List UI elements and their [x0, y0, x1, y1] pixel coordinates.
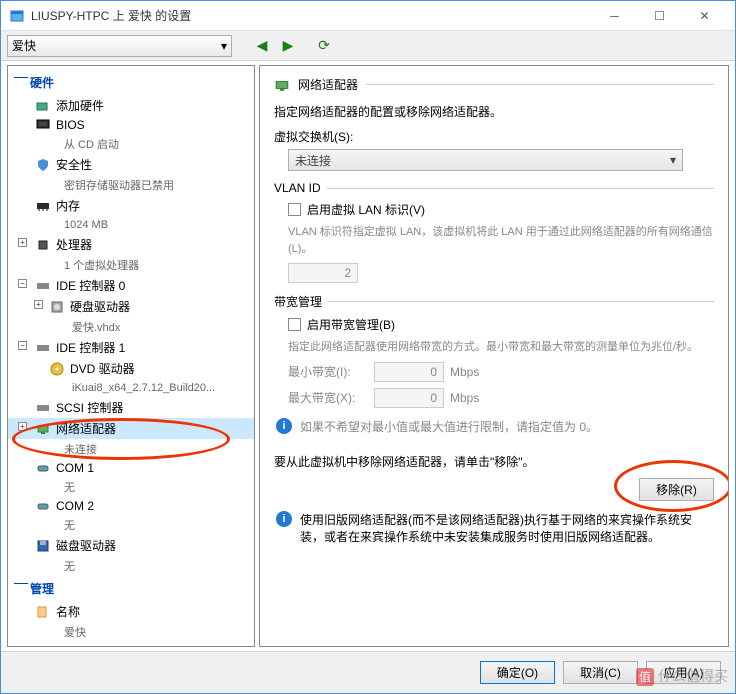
- tree-cpu-detail: 1 个虚拟处理器: [8, 255, 254, 275]
- collapse-icon[interactable]: −: [18, 279, 27, 288]
- vswitch-select[interactable]: 未连接 ▾: [288, 149, 683, 171]
- ok-button[interactable]: 确定(O): [480, 661, 555, 684]
- controller-icon: [36, 341, 50, 355]
- close-button[interactable]: ✕: [682, 2, 727, 30]
- vlan-checkbox[interactable]: [288, 203, 301, 216]
- collapse-icon[interactable]: −: [18, 341, 27, 350]
- tree-security-detail: 密钥存储驱动器已禁用: [8, 175, 254, 195]
- dvd-icon: [50, 362, 64, 376]
- info-icon: i: [276, 511, 292, 527]
- floppy-icon: [36, 539, 50, 553]
- tree-scsi[interactable]: SCSI 控制器: [8, 397, 254, 418]
- expand-icon[interactable]: +: [18, 422, 27, 431]
- remove-button[interactable]: 移除(R): [639, 478, 714, 501]
- vm-selector[interactable]: 爱快 ▾: [7, 35, 232, 57]
- category-management: 管理: [8, 576, 254, 601]
- tree-hdd[interactable]: +硬盘驱动器: [8, 296, 254, 317]
- add-hardware-icon: [36, 99, 50, 113]
- memory-icon: [36, 199, 50, 213]
- tree-ide0[interactable]: −IDE 控制器 0: [8, 275, 254, 296]
- tree-bios[interactable]: BIOS: [8, 116, 254, 134]
- legacy-info: 使用旧版网络适配器(而不是该网络适配器)执行基于网络的来宾操作系统安装，或者在来…: [300, 511, 714, 545]
- network-icon: [36, 422, 50, 436]
- bandwidth-hint: 指定此网络适配器使用网络带宽的方式。最小带宽和最大带宽的测量单位为兆位/秒。: [288, 339, 714, 356]
- tree-com1[interactable]: COM 1: [8, 459, 254, 477]
- min-bandwidth-input: [374, 362, 444, 382]
- tree-hdd-detail: 爱快.vhdx: [8, 317, 254, 337]
- bandwidth-info: 如果不希望对最小值或最大值进行限制，请指定值为 0。: [300, 418, 598, 435]
- cancel-button[interactable]: 取消(C): [563, 661, 638, 684]
- tree-com1-detail: 无: [8, 477, 254, 497]
- hdd-icon: [50, 300, 64, 314]
- network-icon: [274, 77, 290, 93]
- chevron-down-icon: ▾: [670, 153, 676, 167]
- com-port-icon: [36, 461, 50, 475]
- expand-icon[interactable]: +: [34, 300, 43, 309]
- window-title: LIUSPY-HTPC 上 爱快 的设置: [31, 7, 592, 24]
- tree-com2-detail: 无: [8, 515, 254, 535]
- tag-icon: [36, 605, 50, 619]
- tree-network-detail: 未连接: [8, 439, 254, 459]
- max-bandwidth-input: [374, 388, 444, 408]
- app-icon: [9, 8, 25, 24]
- controller-icon: [36, 279, 50, 293]
- tree-cpu[interactable]: +处理器: [8, 234, 254, 255]
- bandwidth-section-label: 带宽管理: [274, 293, 322, 310]
- vlan-checkbox-label: 启用虚拟 LAN 标识(V): [307, 201, 425, 218]
- tree-com2[interactable]: COM 2: [8, 497, 254, 515]
- services-icon: [36, 646, 50, 648]
- tree-memory-detail: 1024 MB: [8, 216, 254, 234]
- tree-dvd[interactable]: DVD 驱动器: [8, 358, 254, 379]
- expand-icon[interactable]: +: [18, 238, 27, 247]
- nav-prev-button[interactable]: ◀: [252, 36, 272, 56]
- tree-name-detail: 爱快: [8, 622, 254, 642]
- vlan-hint: VLAN 标识符指定虚拟 LAN，该虚拟机将此 LAN 用于通过此网络适配器的所…: [288, 224, 714, 257]
- tree-name[interactable]: 名称: [8, 601, 254, 622]
- vlan-section-label: VLAN ID: [274, 181, 321, 195]
- tree-network-adapter[interactable]: +网络适配器: [8, 418, 254, 439]
- shield-icon: [36, 158, 50, 172]
- settings-window: LIUSPY-HTPC 上 爱快 的设置 ─ ☐ ✕ 爱快 ▾ ◀ ▶ ⟳ 硬件…: [0, 0, 736, 694]
- tree-floppy[interactable]: 磁盘驱动器: [8, 535, 254, 556]
- minimize-button[interactable]: ─: [592, 2, 637, 30]
- refresh-button[interactable]: ⟳: [314, 36, 334, 56]
- tree-memory[interactable]: 内存: [8, 195, 254, 216]
- category-hardware: 硬件: [8, 70, 254, 95]
- tree-floppy-detail: 无: [8, 556, 254, 576]
- tree-add-hardware[interactable]: 添加硬件: [8, 95, 254, 116]
- tree-dvd-detail: iKuai8_x64_2.7.12_Build20...: [8, 379, 254, 397]
- dialog-footer: 确定(O) 取消(C) 应用(A): [1, 651, 735, 693]
- apply-button[interactable]: 应用(A): [646, 661, 721, 684]
- bandwidth-checkbox-label: 启用带宽管理(B): [307, 316, 395, 333]
- tree-bios-detail: 从 CD 启动: [8, 134, 254, 154]
- max-bandwidth-label: 最大带宽(X):: [288, 389, 368, 406]
- tree-integration[interactable]: 集成服务: [8, 642, 254, 647]
- titlebar: LIUSPY-HTPC 上 爱快 的设置 ─ ☐ ✕: [1, 1, 735, 31]
- settings-panel: 网络适配器 指定网络适配器的配置或移除网络适配器。 虚拟交换机(S): 未连接 …: [259, 65, 729, 647]
- vswitch-label: 虚拟交换机(S):: [274, 128, 714, 145]
- nav-next-button[interactable]: ▶: [278, 36, 298, 56]
- panel-description: 指定网络适配器的配置或移除网络适配器。: [274, 103, 714, 120]
- bandwidth-checkbox[interactable]: [288, 318, 301, 331]
- chevron-down-icon: ▾: [221, 39, 227, 53]
- maximize-button[interactable]: ☐: [637, 2, 682, 30]
- hardware-tree[interactable]: 硬件 添加硬件 BIOS 从 CD 启动 安全性 密钥存储驱动器已禁用 内存 1…: [7, 65, 255, 647]
- tree-security[interactable]: 安全性: [8, 154, 254, 175]
- tree-ide1[interactable]: −IDE 控制器 1: [8, 337, 254, 358]
- controller-icon: [36, 401, 50, 415]
- remove-text: 要从此虚拟机中移除网络适配器，请单击"移除"。: [274, 453, 714, 470]
- vlan-id-input: [288, 263, 358, 283]
- toolbar: 爱快 ▾ ◀ ▶ ⟳: [1, 31, 735, 61]
- cpu-icon: [36, 238, 50, 252]
- panel-title: 网络适配器: [298, 76, 358, 93]
- info-icon: i: [276, 418, 292, 434]
- bios-icon: [36, 118, 50, 132]
- min-bandwidth-label: 最小带宽(I):: [288, 363, 368, 380]
- com-port-icon: [36, 499, 50, 513]
